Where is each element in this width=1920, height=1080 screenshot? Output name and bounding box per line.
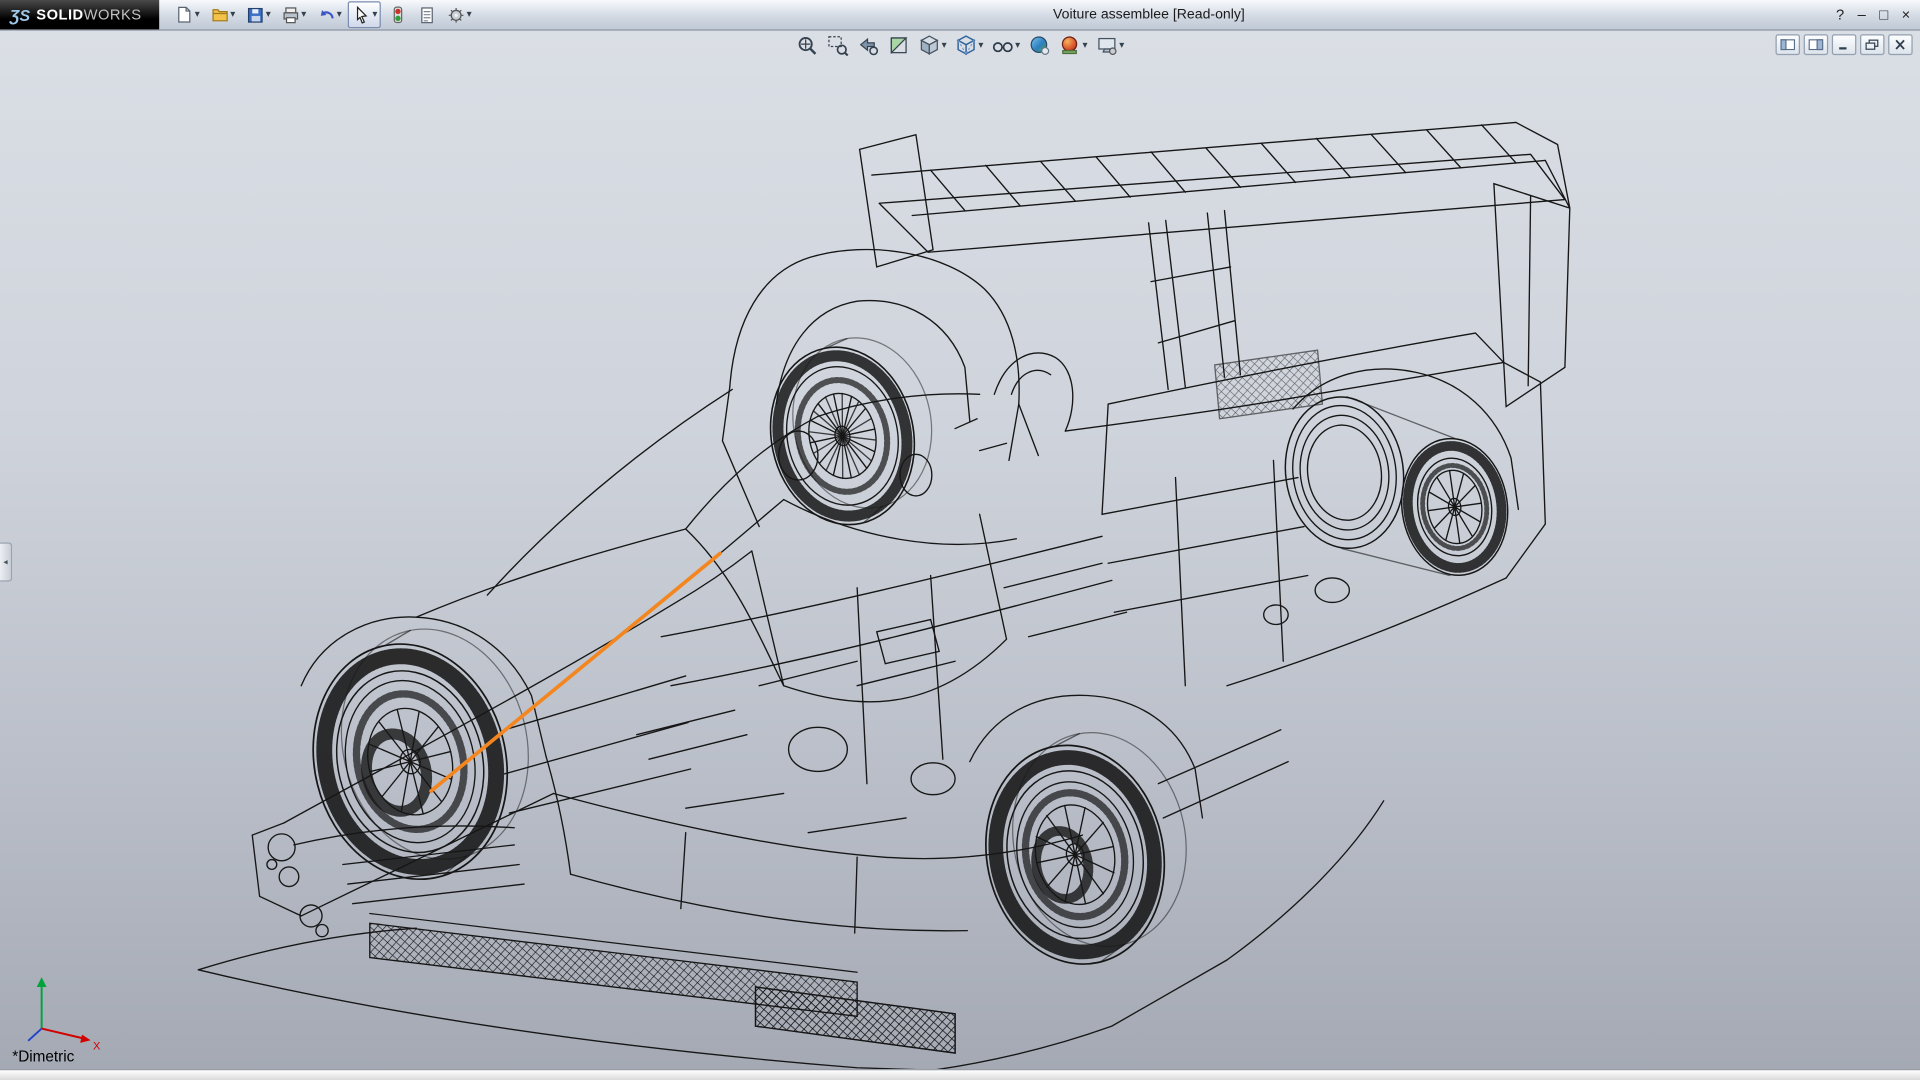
pane-right-button[interactable] xyxy=(1804,34,1828,55)
zoom-to-area-button[interactable] xyxy=(824,33,851,57)
previous-view-button[interactable] xyxy=(855,33,882,57)
main-toolbar: ▾ ▾ ▾ ▾ ▾ xyxy=(169,2,476,26)
chevron-down-icon: ▾ xyxy=(942,40,947,50)
pane-right-icon xyxy=(1809,39,1824,50)
section-view-button[interactable] xyxy=(885,33,912,57)
open-button[interactable]: ▾ xyxy=(206,1,239,28)
view-orientation-cube-icon xyxy=(918,34,940,56)
minimize-button[interactable]: – xyxy=(1858,7,1866,22)
chevron-down-icon: ▾ xyxy=(337,10,342,20)
chevron-down-icon: ▾ xyxy=(230,10,235,20)
save-button[interactable]: ▾ xyxy=(241,1,274,28)
pane-left-button[interactable] xyxy=(1776,34,1800,55)
open-folder-icon xyxy=(209,5,229,25)
reference-triad[interactable]: X xyxy=(15,965,113,1053)
eyeglasses-icon xyxy=(992,34,1014,56)
zoom-to-fit-button[interactable] xyxy=(793,33,820,57)
select-cursor-icon xyxy=(352,5,372,25)
window-controls: ? – □ × xyxy=(1836,0,1910,29)
heads-up-view-toolbar: ▾ ▾ ▾ xyxy=(793,33,1126,57)
undo-icon xyxy=(316,5,336,25)
display-style-icon xyxy=(955,34,977,56)
rebuild-traffic-light-icon xyxy=(387,5,407,25)
print-icon xyxy=(280,5,300,25)
file-properties-icon xyxy=(416,5,436,25)
document-window-controls xyxy=(1776,34,1913,55)
close-document-button[interactable] xyxy=(1888,34,1912,55)
chevron-down-icon: ▾ xyxy=(978,40,983,50)
chevron-down-icon: ▾ xyxy=(1015,40,1020,50)
graphics-viewport[interactable]: ▾ ▾ ▾ xyxy=(0,29,1920,1070)
save-icon xyxy=(245,5,265,25)
new-document-button[interactable]: ▾ xyxy=(170,1,203,28)
view-orientation-button[interactable]: ▾ xyxy=(916,33,949,57)
close-button[interactable]: × xyxy=(1902,7,1911,22)
section-view-icon xyxy=(888,34,910,56)
triad-x-label: X xyxy=(93,1040,101,1052)
3ds-logo-icon: ƷS xyxy=(10,6,30,24)
close-document-icon xyxy=(1893,39,1908,50)
previous-view-icon xyxy=(857,34,879,56)
appearance-ball-icon xyxy=(1029,34,1051,56)
chevron-down-icon: ▾ xyxy=(266,10,271,20)
edit-appearance-button[interactable] xyxy=(1026,33,1053,57)
print-button[interactable]: ▾ xyxy=(277,1,310,28)
restore-document-icon xyxy=(1865,39,1880,50)
chevron-down-icon: ▾ xyxy=(467,10,472,20)
display-style-button[interactable]: ▾ xyxy=(953,33,986,57)
bottom-edge-strip xyxy=(0,1069,1920,1080)
brand-text: SOLIDWORKS xyxy=(36,6,141,23)
hide-show-items-button[interactable]: ▾ xyxy=(989,33,1022,57)
view-settings-icon xyxy=(1096,34,1118,56)
restore-document-button[interactable] xyxy=(1860,34,1884,55)
options-button[interactable]: ▾ xyxy=(442,1,475,28)
select-button[interactable]: ▾ xyxy=(348,1,381,28)
solidworks-window: ƷS SOLIDWORKS ▾ ▾ ▾ ▾ xyxy=(0,0,1920,1080)
chevron-down-icon: ▾ xyxy=(1082,40,1087,50)
new-document-icon xyxy=(174,5,194,25)
solidworks-logo: ƷS SOLIDWORKS xyxy=(0,0,159,29)
undo-button[interactable]: ▾ xyxy=(312,1,345,28)
selected-edge-highlight xyxy=(431,553,720,791)
titlebar: ƷS SOLIDWORKS ▾ ▾ ▾ ▾ xyxy=(0,0,1920,31)
maximize-button[interactable]: □ xyxy=(1879,7,1888,22)
options-gear-icon xyxy=(446,5,466,25)
chevron-down-icon: ▾ xyxy=(372,10,377,20)
model-wireframe-race-car[interactable] xyxy=(0,29,1920,1070)
apply-scene-icon xyxy=(1059,34,1081,56)
zoom-to-fit-icon xyxy=(796,34,818,56)
chevron-down-icon: ▾ xyxy=(301,10,306,20)
file-properties-button[interactable] xyxy=(413,1,440,28)
minimize-document-icon xyxy=(1837,39,1852,50)
help-button[interactable]: ? xyxy=(1836,7,1844,22)
chevron-down-icon: ▾ xyxy=(195,10,200,20)
window-title: Voiture assemblee [Read-only] xyxy=(1053,0,1245,29)
view-orientation-label: *Dimetric xyxy=(12,1048,74,1065)
view-settings-button[interactable]: ▾ xyxy=(1093,33,1126,57)
featuremanager-collapse-tab[interactable]: ◂ xyxy=(0,542,12,581)
chevron-down-icon: ▾ xyxy=(1119,40,1124,50)
minimize-document-button[interactable] xyxy=(1832,34,1856,55)
apply-scene-button[interactable]: ▾ xyxy=(1057,33,1090,57)
pane-left-icon xyxy=(1780,39,1795,50)
rebuild-button[interactable] xyxy=(383,1,410,28)
zoom-to-area-icon xyxy=(826,34,848,56)
collapse-arrow-icon: ◂ xyxy=(3,557,7,567)
